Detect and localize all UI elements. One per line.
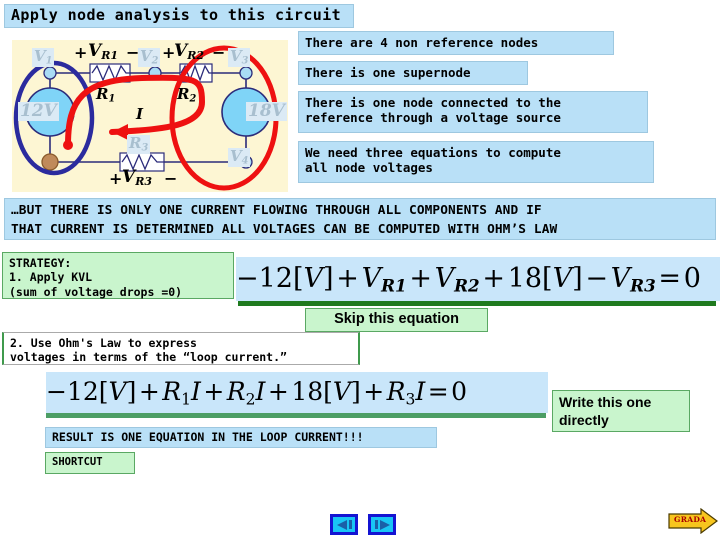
reference-node (41, 153, 59, 171)
label-source-12v: 12V (18, 101, 59, 121)
label-vr1-minus: − (126, 43, 140, 62)
shortcut-label: SHORTCUT (52, 455, 103, 468)
bullet-2-text: There is one supernode (305, 64, 471, 80)
label-v1: V1 (32, 47, 55, 68)
node-v1 (43, 66, 57, 80)
label-vr3: VR3 (122, 167, 153, 188)
label-r1: R1 (96, 85, 116, 105)
loop-current-arrowhead (112, 124, 128, 140)
loop-current-tail (63, 140, 73, 150)
equation-kvl-underline (238, 301, 716, 306)
label-vr2-minus: − (212, 43, 226, 62)
equation-ohm-underline (46, 413, 546, 418)
skip-equation-callout: Skip this equation (305, 308, 488, 332)
bullet-three-equations: We need three equations to compute all n… (298, 141, 654, 183)
skip-equation-text: Skip this equation (334, 311, 459, 328)
grad-arrow-label: GRADA (674, 515, 707, 524)
result-text: RESULT IS ONE EQUATION IN THE LOOP CURRE… (52, 430, 364, 444)
bullet-voltage-source-node: There is one node connected to the refer… (298, 91, 648, 133)
page-title: Apply node analysis to this circuit (4, 4, 354, 28)
circuit-diagram: V1 V2 V3 V4 12V 18V R1 R2 R3 + VR1 − + V… (12, 40, 288, 192)
next-slide-button[interactable] (368, 514, 396, 535)
previous-slide-button[interactable] (330, 514, 358, 535)
equation-ohm-text: −12[V] + R1I + R2I + 18[V] + R3I = 0 (46, 376, 468, 409)
label-r3: R3 (127, 134, 151, 155)
write-directly-callout: Write this one directly (552, 390, 690, 432)
grad-arrow-button[interactable]: GRADA (668, 507, 718, 535)
equation-kvl-text: −12[V] + VR1 + VR2 + 18[V] − VR3 = 0 (236, 262, 701, 296)
page-title-text: Apply node analysis to this circuit (11, 6, 342, 25)
strategy-step-2: 2. Use Ohm's Law to express voltages in … (2, 332, 360, 365)
label-current-i: I (136, 105, 144, 123)
label-v3: V3 (228, 47, 251, 68)
banner-single-current: …BUT THERE IS ONLY ONE CURRENT FLOWING T… (4, 198, 716, 240)
shortcut-button[interactable]: SHORTCUT (45, 452, 135, 474)
strategy-step-1: STRATEGY: 1. Apply KVL (sum of voltage d… (2, 252, 234, 299)
bullet-1-text: There are 4 non reference nodes (305, 34, 539, 50)
bullet-non-reference-nodes: There are 4 non reference nodes (298, 31, 614, 55)
label-vr2: VR2 (174, 41, 205, 62)
bullet-supernode: There is one supernode (298, 61, 528, 85)
nav-bar-icon (375, 520, 378, 529)
node-v3 (239, 66, 253, 80)
label-vr1: VR1 (88, 41, 119, 62)
result-banner: RESULT IS ONE EQUATION IN THE LOOP CURRE… (45, 427, 437, 448)
triangle-right-icon (380, 520, 390, 530)
equation-ohm: −12[V] + R1I + R2I + 18[V] + R3I = 0 (46, 372, 548, 413)
equation-kvl: −12[V] + VR1 + VR2 + 18[V] − VR3 = 0 (236, 257, 720, 301)
nav-bar-icon (349, 520, 352, 529)
label-source-18v: 18V (246, 101, 287, 121)
label-vr3-minus: − (164, 169, 178, 188)
label-v4: V4 (228, 147, 251, 168)
triangle-left-icon (337, 520, 347, 530)
label-r2: R2 (177, 85, 197, 105)
